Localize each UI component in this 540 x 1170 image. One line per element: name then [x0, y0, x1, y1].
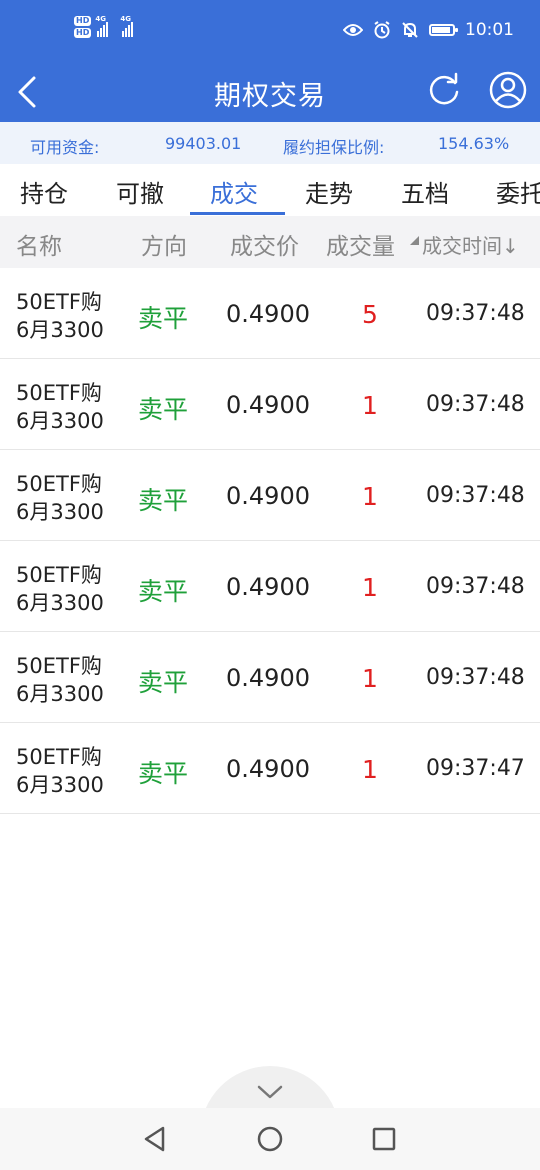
- contract-name: 50ETF购 6月3300: [16, 745, 104, 797]
- trade-direction: 卖平: [138, 759, 189, 788]
- trade-direction: 卖平: [138, 304, 189, 333]
- tab-trades[interactable]: 成交: [210, 174, 258, 209]
- trade-direction: 卖平: [138, 668, 189, 697]
- tab-trend[interactable]: 走势: [305, 174, 353, 209]
- column-direction[interactable]: 方向: [141, 227, 187, 261]
- tab-orders[interactable]: 委托: [496, 174, 540, 209]
- active-tab-indicator: [190, 212, 285, 215]
- silent-bell-icon: [402, 22, 418, 38]
- trade-direction: 卖平: [138, 395, 189, 424]
- trade-time: 09:37:48: [426, 574, 525, 599]
- trade-price: 0.4900: [226, 664, 310, 692]
- funds-summary: 可用资金: 99403.01 履约担保比例: 154.63%: [0, 122, 540, 164]
- tab-five-levels[interactable]: 五档: [401, 174, 449, 209]
- column-time[interactable]: 成交时间↓: [422, 230, 519, 259]
- signal-icon: 4G: [120, 15, 134, 37]
- refresh-icon[interactable]: [424, 70, 464, 110]
- column-name[interactable]: 名称: [16, 227, 62, 261]
- table-header: 名称 方向 成交价 成交量 成交时间↓: [0, 216, 540, 268]
- status-icons: 10:01: [343, 20, 514, 40]
- contract-name: 50ETF购 6月3300: [16, 290, 104, 342]
- tab-bar: 持仓 可撤 成交 走势 五档 委托: [0, 164, 540, 216]
- alarm-icon: [374, 21, 390, 39]
- home-circle-icon[interactable]: [255, 1124, 285, 1154]
- contract-name: 50ETF购 6月3300: [16, 381, 104, 433]
- trade-time: 09:37:48: [426, 665, 525, 690]
- sort-desc-icon: ↓: [502, 234, 519, 258]
- margin-ratio-value: 154.63%: [438, 134, 510, 153]
- contract-name: 50ETF购 6月3300: [16, 654, 104, 706]
- eye-icon: [343, 24, 363, 36]
- signal-icon: 4G: [95, 15, 109, 37]
- system-nav-bar: [0, 1108, 540, 1170]
- network-indicators: HD HD 4G 4G: [74, 15, 134, 38]
- recents-square-icon[interactable]: [369, 1124, 399, 1154]
- table-row[interactable]: 50ETF购 6月3300 卖平 0.4900 5 09:37:48: [0, 268, 540, 359]
- contract-name: 50ETF购 6月3300: [16, 563, 104, 615]
- trade-direction: 卖平: [138, 577, 189, 606]
- column-price[interactable]: 成交价: [230, 227, 299, 261]
- trade-time: 09:37:48: [426, 392, 525, 417]
- column-quantity[interactable]: 成交量: [326, 227, 395, 261]
- margin-ratio-label: 履约担保比例:: [283, 138, 385, 157]
- contract-name: 50ETF购 6月3300: [16, 472, 104, 524]
- trade-time: 09:37:48: [426, 301, 525, 326]
- table-row[interactable]: 50ETF购 6月3300 卖平 0.4900 1 09:37:47: [0, 723, 540, 814]
- table-row[interactable]: 50ETF购 6月3300 卖平 0.4900 1 09:37:48: [0, 359, 540, 450]
- app-header: 期权交易: [0, 62, 540, 122]
- trade-quantity: 1: [362, 391, 378, 420]
- trade-price: 0.4900: [226, 391, 310, 419]
- trade-price: 0.4900: [226, 482, 310, 510]
- sort-triangle-icon: [410, 236, 419, 245]
- chevron-down-icon: [257, 1085, 283, 1099]
- trade-quantity: 1: [362, 482, 378, 511]
- tab-cancelable[interactable]: 可撤: [116, 174, 164, 209]
- trade-time: 09:37:47: [426, 756, 525, 781]
- table-row[interactable]: 50ETF购 6月3300 卖平 0.4900 1 09:37:48: [0, 632, 540, 723]
- trade-direction: 卖平: [138, 486, 189, 515]
- tab-positions[interactable]: 持仓: [20, 174, 68, 209]
- battery-icon: [429, 24, 458, 36]
- available-funds-label: 可用资金:: [30, 138, 100, 157]
- user-icon[interactable]: [486, 68, 530, 112]
- status-bar: HD HD 4G 4G 10:01: [0, 0, 540, 62]
- hd-badge: HD: [74, 28, 92, 38]
- trade-quantity: 1: [362, 755, 378, 784]
- back-triangle-icon[interactable]: [140, 1124, 170, 1154]
- trade-price: 0.4900: [226, 573, 310, 601]
- available-funds-value: 99403.01: [165, 134, 242, 153]
- trade-price: 0.4900: [226, 300, 310, 328]
- clock: 10:01: [465, 20, 514, 40]
- trade-price: 0.4900: [226, 755, 310, 783]
- trade-quantity: 1: [362, 573, 378, 602]
- trade-quantity: 1: [362, 664, 378, 693]
- trade-quantity: 5: [362, 300, 378, 329]
- hd-badge: HD: [74, 16, 92, 26]
- trade-time: 09:37:48: [426, 483, 525, 508]
- table-row[interactable]: 50ETF购 6月3300 卖平 0.4900 1 09:37:48: [0, 450, 540, 541]
- table-row[interactable]: 50ETF购 6月3300 卖平 0.4900 1 09:37:48: [0, 541, 540, 632]
